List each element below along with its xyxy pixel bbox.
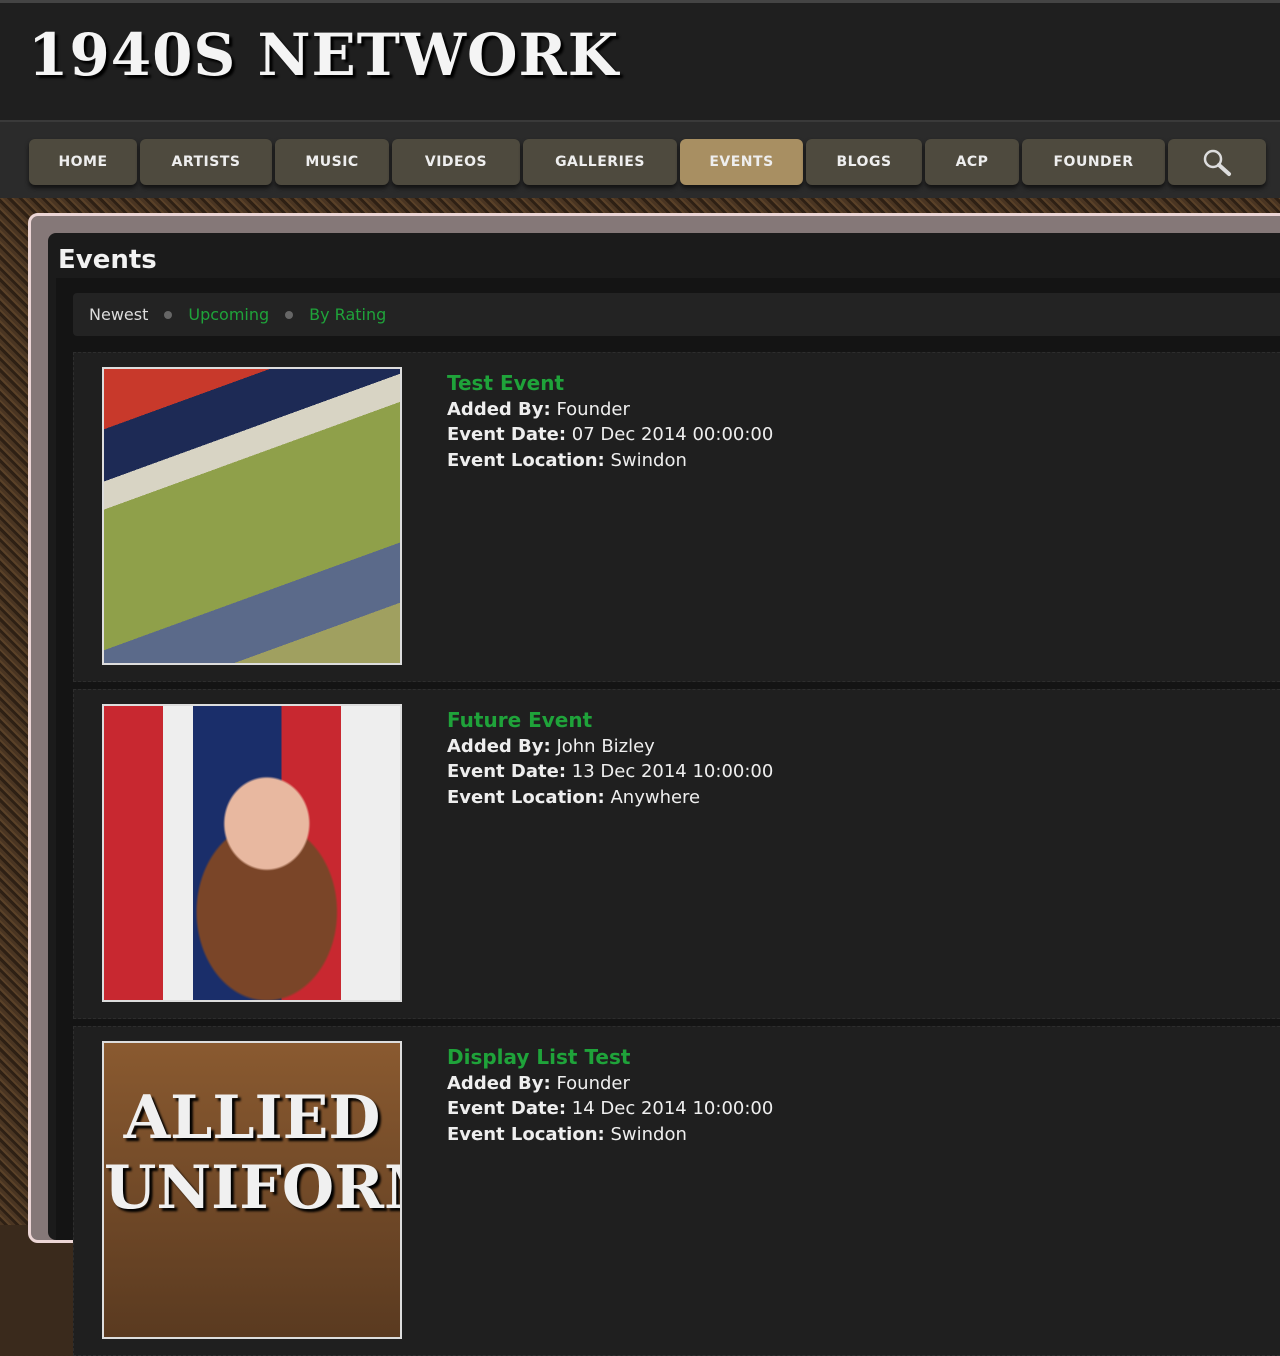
event-title[interactable]: Future Event <box>447 708 773 734</box>
event-image[interactable]: ALLIED UNIFORMS <box>102 1041 402 1339</box>
nav-galleries[interactable]: GALLERIES <box>523 139 677 185</box>
main-nav: HOME ARTISTS MUSIC VIDEOS GALLERIES EVEN… <box>0 120 1280 198</box>
header: 1940S NETWORK <box>0 0 1280 120</box>
events-panel: Events Newest Upcoming By Rating Test Ev… <box>28 213 1280 1356</box>
event-location: Swindon <box>610 449 687 471</box>
event-date: 07 Dec 2014 00:00:00 <box>571 424 774 445</box>
separator-dot <box>285 310 294 319</box>
event-added-by: Founder <box>556 1072 630 1094</box>
label: Added By: <box>447 398 551 420</box>
filter-newest[interactable]: Newest <box>89 305 148 324</box>
label: Event Date: <box>447 424 567 445</box>
nav-videos[interactable]: VIDEOS <box>392 139 520 185</box>
filter-upcoming[interactable]: Upcoming <box>188 305 269 324</box>
event-title[interactable]: Test Event <box>447 371 773 397</box>
separator-dot <box>164 310 173 319</box>
event-added-by: John Bizley <box>556 735 655 757</box>
search-button[interactable] <box>1168 139 1266 185</box>
event-added-by: Founder <box>556 398 630 420</box>
event-location: Swindon <box>610 1123 687 1145</box>
nav-artists[interactable]: ARTISTS <box>140 139 272 185</box>
filter-by-rating[interactable]: By Rating <box>309 305 386 324</box>
event-image[interactable] <box>102 704 402 1002</box>
page-title: Events <box>58 245 157 275</box>
label: Event Location: <box>447 1123 605 1145</box>
nav-events[interactable]: EVENTS <box>680 139 803 185</box>
label: Added By: <box>447 735 551 757</box>
nav-home[interactable]: HOME <box>29 139 137 185</box>
event-location: Anywhere <box>610 786 701 808</box>
event-date: 14 Dec 2014 10:00:00 <box>571 1098 774 1119</box>
site-logo[interactable]: 1940S NETWORK <box>28 21 619 89</box>
nav-blogs[interactable]: BLOGS <box>806 139 922 185</box>
event-row: Test Event Added By: Founder Event Date:… <box>73 352 1280 682</box>
label: Event Location: <box>447 449 605 471</box>
image-caption: ALLIED UNIFORMS <box>104 1083 400 1223</box>
filter-bar: Newest Upcoming By Rating <box>73 293 1280 336</box>
event-row: ALLIED UNIFORMS Display List Test Added … <box>73 1026 1280 1356</box>
nav-acp[interactable]: ACP <box>925 139 1019 185</box>
search-icon <box>1203 149 1231 176</box>
label: Event Date: <box>447 1098 567 1119</box>
nav-founder[interactable]: FOUNDER <box>1022 139 1165 185</box>
label: Event Date: <box>447 761 567 782</box>
label: Event Location: <box>447 786 605 808</box>
nav-music[interactable]: MUSIC <box>275 139 389 185</box>
event-title[interactable]: Display List Test <box>447 1045 773 1071</box>
event-row: Future Event Added By: John Bizley Event… <box>73 689 1280 1019</box>
label: Added By: <box>447 1072 551 1094</box>
event-image[interactable] <box>102 367 402 665</box>
event-date: 13 Dec 2014 10:00:00 <box>571 761 774 782</box>
